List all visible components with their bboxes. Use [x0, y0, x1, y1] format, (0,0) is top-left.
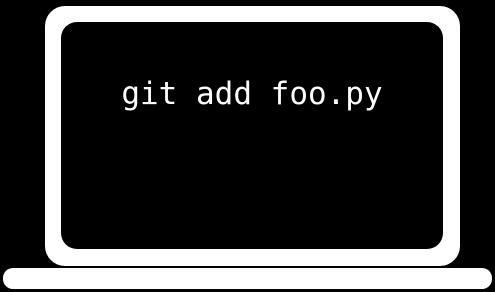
- laptop-screen: git add foo.py: [61, 22, 443, 249]
- laptop-base: [3, 268, 492, 289]
- terminal-command-text: git add foo.py: [121, 76, 383, 112]
- laptop-illustration: git add foo.py: [0, 0, 495, 292]
